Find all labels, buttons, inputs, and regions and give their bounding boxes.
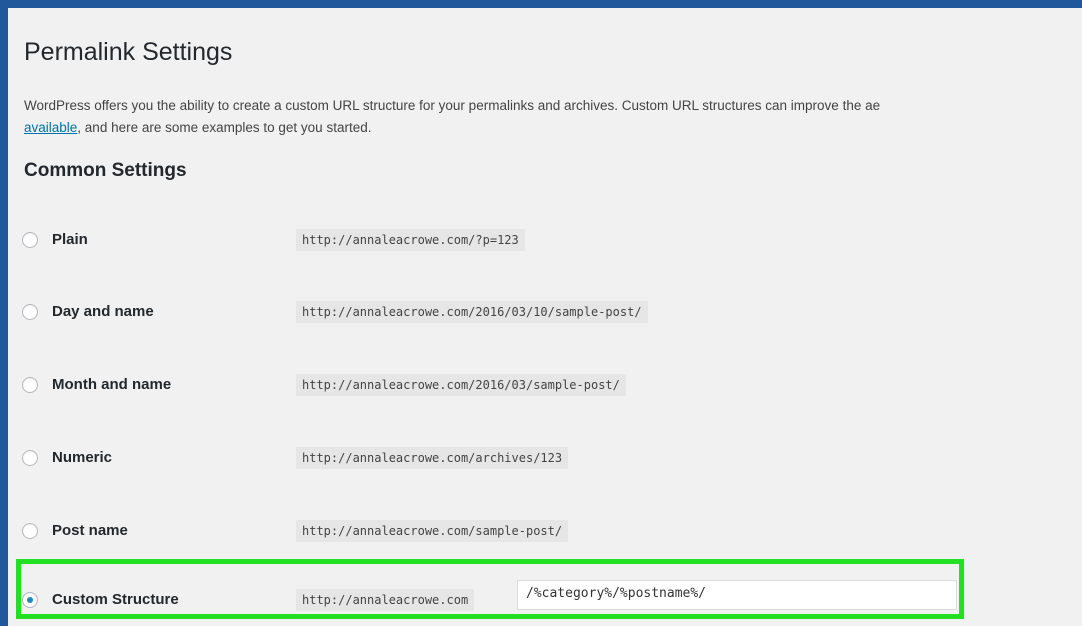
- option-row-day-and-name[interactable]: Day and name http://annaleacrowe.com/201…: [8, 298, 1082, 328]
- option-row-custom-structure[interactable]: Custom Structure http://annaleacrowe.com…: [8, 580, 1082, 616]
- radio-month-and-name[interactable]: [22, 377, 38, 393]
- option-label[interactable]: Day and name: [52, 303, 154, 320]
- intro-text: WordPress offers you the ability to crea…: [24, 95, 1082, 139]
- option-label[interactable]: Plain: [52, 231, 88, 248]
- section-title: Common Settings: [24, 160, 187, 181]
- custom-structure-value[interactable]: /%category%/%postname%/: [526, 586, 706, 601]
- option-row-numeric[interactable]: Numeric http://annaleacrowe.com/archives…: [8, 444, 1082, 474]
- radio-day-and-name[interactable]: [22, 304, 38, 320]
- example-url: http://annaleacrowe.com/2016/03/10/sampl…: [296, 301, 648, 323]
- option-row-plain[interactable]: Plain http://annaleacrowe.com/?p=123: [8, 226, 1082, 256]
- radio-numeric[interactable]: [22, 450, 38, 466]
- example-url: http://annaleacrowe.com/archives/123: [296, 447, 569, 469]
- radio-plain[interactable]: [22, 232, 38, 248]
- example-url: http://annaleacrowe.com/sample-post/: [296, 520, 569, 542]
- custom-base-url: http://annaleacrowe.com: [296, 589, 475, 611]
- settings-panel: Permalink Settings WordPress offers you …: [8, 8, 1082, 626]
- example-url: http://annaleacrowe.com/2016/03/sample-p…: [296, 374, 626, 396]
- option-row-post-name[interactable]: Post name http://annaleacrowe.com/sample…: [8, 517, 1082, 547]
- intro-line-2: available, and here are some examples to…: [24, 117, 1082, 139]
- option-label[interactable]: Custom Structure: [52, 591, 179, 608]
- option-row-month-and-name[interactable]: Month and name http://annaleacrowe.com/2…: [8, 371, 1082, 401]
- radio-custom-structure[interactable]: [22, 592, 38, 608]
- option-label[interactable]: Post name: [52, 522, 128, 539]
- option-label[interactable]: Month and name: [52, 376, 171, 393]
- custom-structure-input[interactable]: /%category%/%postname%/ ⌨: [517, 580, 957, 610]
- radio-post-name[interactable]: [22, 523, 38, 539]
- intro-line-2-rest: , and here are some examples to get you …: [77, 120, 372, 135]
- example-url: http://annaleacrowe.com/?p=123: [296, 229, 525, 251]
- page-title: Permalink Settings: [24, 38, 233, 66]
- intro-line-1: WordPress offers you the ability to crea…: [24, 98, 881, 113]
- available-link[interactable]: available: [24, 120, 77, 135]
- option-label[interactable]: Numeric: [52, 449, 112, 466]
